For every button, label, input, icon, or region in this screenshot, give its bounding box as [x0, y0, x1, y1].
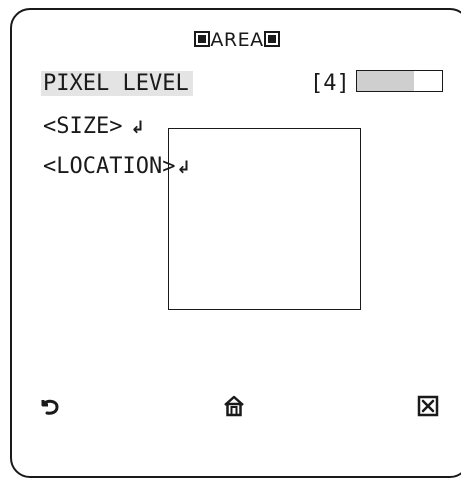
pixel-level-bar[interactable] — [356, 70, 443, 92]
size-row[interactable]: <SIZE> ↲ — [43, 113, 145, 142]
back-arrow-icon-svg — [41, 399, 59, 415]
close-x-box-icon[interactable] — [414, 394, 442, 422]
pixel-level-value: [4] — [310, 71, 350, 96]
home-icon-svg — [224, 395, 244, 417]
pixel-level-label[interactable]: PIXEL LEVEL — [41, 71, 193, 96]
enter-icon: ↲ — [130, 118, 145, 138]
pixel-level-row[interactable]: PIXEL LEVEL — [41, 70, 193, 98]
menu-title: AREA — [210, 29, 264, 51]
back-arrow-icon[interactable] — [36, 394, 64, 422]
area-preview-box[interactable] — [168, 128, 361, 310]
pixel-level-bar-fill — [357, 71, 414, 91]
size-label[interactable]: <SIZE> — [43, 114, 122, 139]
square-icon — [194, 31, 211, 47]
home-icon[interactable] — [220, 394, 248, 422]
menu-title-bar: AREA — [0, 28, 461, 52]
square-icon — [263, 31, 280, 47]
close-x-box-icon-svg — [417, 395, 439, 417]
location-label[interactable]: <LOCATION> — [43, 154, 175, 179]
